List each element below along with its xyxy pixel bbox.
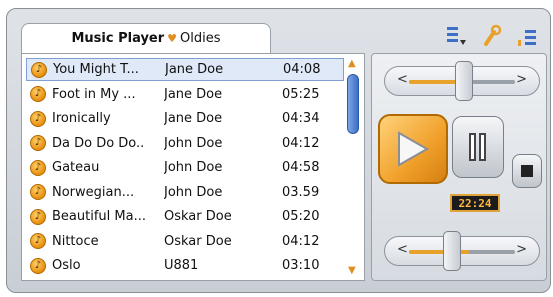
playlist-name: Oldies xyxy=(180,31,221,46)
settings-icon[interactable] xyxy=(478,23,506,49)
table-row[interactable]: ♪ Nittoce Oskar Doe 04:12 xyxy=(26,230,344,253)
track-artist: Oskar Doe xyxy=(164,233,232,249)
slider-left-icon: < xyxy=(397,72,408,87)
music-note-icon: ♪ xyxy=(30,159,46,176)
scroll-up-icon[interactable]: ▲ xyxy=(348,58,356,69)
table-row[interactable]: ♪ Foot in My ... Jane Doe 05:25 xyxy=(26,83,344,106)
title-bar: Music Player ♥ Oldies xyxy=(7,9,550,53)
music-note-icon: ♪ xyxy=(31,61,47,78)
track-title: Nittoce xyxy=(52,233,99,249)
play-icon xyxy=(398,131,430,167)
track-title: Oslo xyxy=(52,258,81,273)
balance-slider[interactable]: < > xyxy=(384,61,540,101)
track-list[interactable]: ♪ You Might T... Jane Doe 04:08 ♪ Foot in My … xyxy=(21,53,365,281)
track-artist: Jane Doe xyxy=(164,111,223,126)
elapsed-time: 22:24 xyxy=(450,194,500,212)
music-note-icon: ♪ xyxy=(30,86,46,102)
pause-icon xyxy=(469,133,486,161)
scroll-down-icon[interactable]: ▼ xyxy=(348,265,356,276)
table-row[interactable]: ♪ Ironically Jane Doe 04:34 xyxy=(26,107,344,130)
slider-right-icon: > xyxy=(516,72,527,87)
table-row[interactable]: ♪ You Might T... Jane Doe 04:08 xyxy=(26,58,344,81)
track-title: Gateau xyxy=(52,160,100,175)
track-duration: 04:34 xyxy=(282,111,320,126)
track-artist: Jane Doe xyxy=(164,86,223,102)
heart-icon: ♥ xyxy=(167,32,178,45)
scrollbar-thumb[interactable] xyxy=(347,74,359,134)
track-title: Norwegian... xyxy=(52,184,135,200)
track-artist: John Doe xyxy=(164,160,223,175)
track-duration: 05:20 xyxy=(282,209,320,224)
track-artist: John Doe xyxy=(164,135,223,151)
playback-controls-panel: < > 22:24 < > xyxy=(371,53,547,281)
volume-knob[interactable] xyxy=(443,231,461,271)
volume-down-icon: < xyxy=(397,242,408,257)
table-row[interactable]: ♪ Beautiful Ma... Oskar Doe 05:20 xyxy=(26,205,344,228)
table-row[interactable]: ♪ Da Do Do Do.. John Doe 04:12 xyxy=(26,132,344,155)
pause-button[interactable] xyxy=(452,116,504,178)
table-row[interactable]: ♪ Gateau John Doe 04:58 xyxy=(26,156,344,179)
play-button[interactable] xyxy=(378,114,448,184)
track-duration: 03.59 xyxy=(282,184,320,200)
music-note-icon: ♪ xyxy=(30,135,46,151)
track-artist: U881 xyxy=(164,258,199,273)
track-duration: 04:12 xyxy=(282,135,320,151)
track-duration: 04:58 xyxy=(282,160,320,175)
tab-playlist[interactable]: Music Player ♥ Oldies xyxy=(21,23,271,53)
volume-slider[interactable]: < > xyxy=(384,231,540,271)
slider-knob[interactable] xyxy=(455,61,473,101)
signal-icon[interactable] xyxy=(514,23,542,49)
track-artist: Jane Doe xyxy=(165,62,224,77)
track-artist: John Doe xyxy=(164,184,223,200)
track-duration: 03:10 xyxy=(282,258,320,273)
track-title: You Might T... xyxy=(53,62,139,77)
music-note-icon: ♪ xyxy=(30,208,46,225)
table-row[interactable]: ♪ Oslo U881 03:10 xyxy=(26,254,344,277)
stop-button[interactable] xyxy=(512,154,542,188)
track-duration: 04:08 xyxy=(283,62,321,77)
music-note-icon: ♪ xyxy=(30,233,46,249)
sort-icon[interactable] xyxy=(442,23,470,49)
volume-up-icon: > xyxy=(516,242,527,257)
track-duration: 04:12 xyxy=(282,233,320,249)
track-artist: Oskar Doe xyxy=(164,209,232,224)
slider-fill xyxy=(409,80,459,84)
stop-icon xyxy=(521,165,533,177)
music-note-icon: ♪ xyxy=(30,257,46,274)
track-title: Ironically xyxy=(52,111,111,126)
scrollbar[interactable]: ▲ ▼ xyxy=(346,58,360,276)
music-player-window: Music Player ♥ Oldies ♪ You Might T... J… xyxy=(6,8,551,293)
music-note-icon: ♪ xyxy=(30,110,46,127)
app-name: Music Player xyxy=(71,31,165,46)
table-row[interactable]: ♪ Norwegian... John Doe 03.59 xyxy=(26,181,344,204)
track-duration: 05:25 xyxy=(282,86,320,102)
track-title: Foot in My ... xyxy=(52,86,136,102)
track-title: Da Do Do Do.. xyxy=(52,135,145,151)
music-note-icon: ♪ xyxy=(30,184,46,200)
track-title: Beautiful Ma... xyxy=(52,209,146,224)
